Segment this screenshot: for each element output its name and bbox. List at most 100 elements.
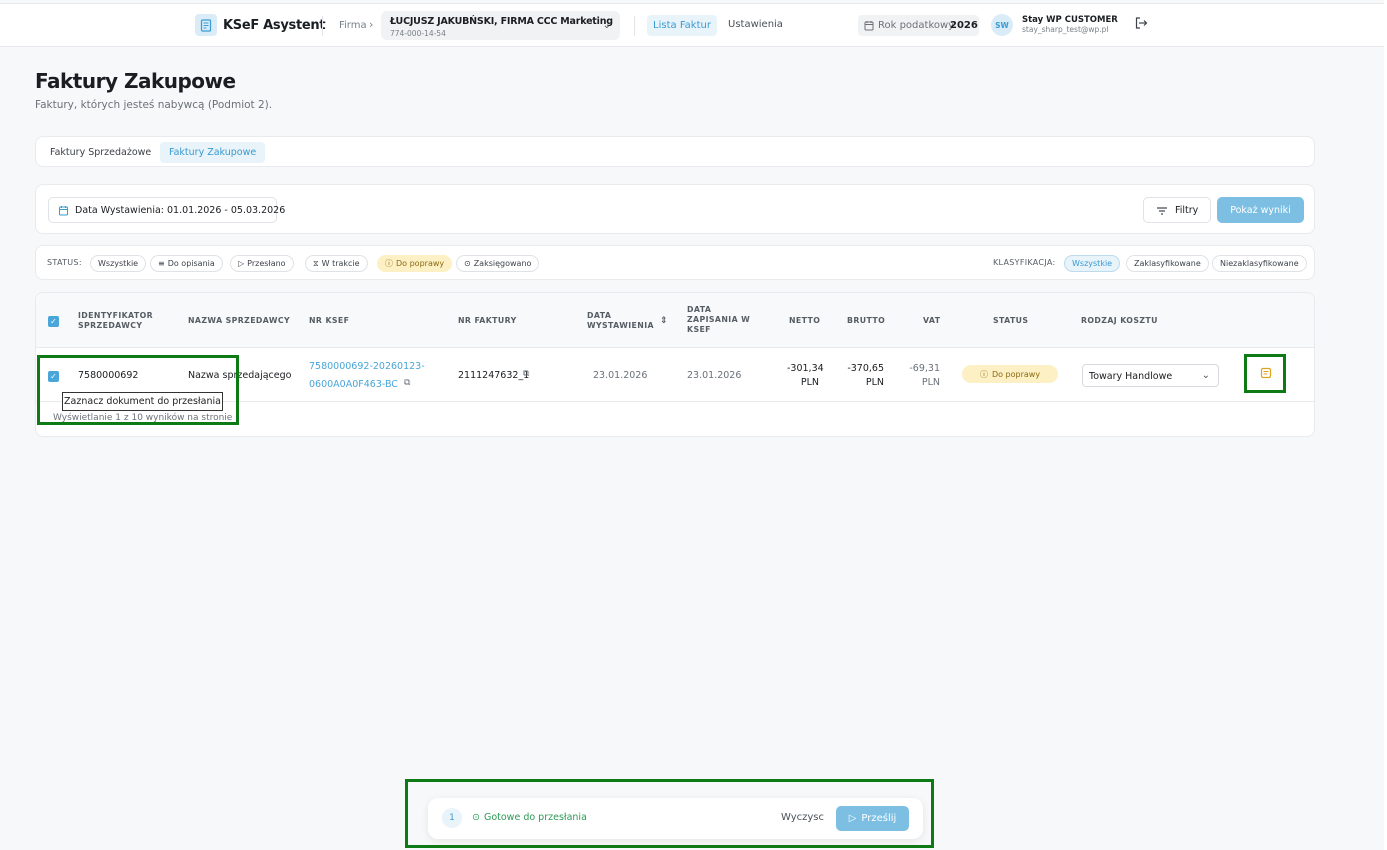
status-label: STATUS: — [47, 258, 82, 267]
col-save-date[interactable]: DATA ZAPISANIA W KSEF — [687, 305, 750, 335]
chip-label: Wszystkie — [1072, 259, 1113, 268]
company-selector[interactable]: ŁUCJUSZ JAKUBŃSKI, FIRMA CCC Marketing 7… — [381, 11, 620, 40]
row-checkbox[interactable]: ✓ — [48, 371, 59, 382]
col-gross[interactable]: BRUTTO — [847, 316, 885, 326]
avatar[interactable]: SW — [991, 14, 1013, 36]
send-label: Prześlij — [861, 813, 897, 824]
col-seller-name[interactable]: NAZWA SPRZEDAWCY — [188, 316, 290, 326]
ksef-number-link[interactable]: 7580000692-20260123- — [309, 361, 425, 372]
save-date: 23.01.2026 — [687, 370, 742, 381]
checkbox-tooltip: Zaznacz dokument do przesłania — [62, 392, 223, 411]
logo-icon — [195, 14, 217, 36]
chip-label: Zaksięgowano — [473, 259, 532, 268]
tax-year-selector[interactable]: Rok podatkowy 2026 — [858, 15, 979, 36]
user-name: Stay WP CUSTOMER — [1022, 15, 1118, 25]
status-filter-bar: STATUS: Wszystkie ≡ Do opisania ▷ Przesłan… — [35, 245, 1315, 280]
vat-value: -69,31 — [909, 363, 940, 374]
sort-icon[interactable]: ⇕ — [660, 316, 668, 326]
chip-label: Wszystkie — [98, 259, 139, 268]
status-chip-in-progress[interactable]: ⧖ W trakcie — [305, 255, 368, 272]
results-count: Wyświetlanie 1 z 10 wyników na stronie — [53, 413, 233, 423]
classification-label: KLASYFIKACJA: — [993, 258, 1056, 267]
tax-year-label: Rok podatkowy — [878, 20, 955, 31]
check-circle-icon: ⊙ — [472, 812, 480, 823]
status-chip-booked[interactable]: ⊙ Zaksięgowano — [456, 255, 540, 272]
calendar-icon — [864, 21, 874, 31]
filters-button[interactable]: Filtry — [1143, 197, 1211, 223]
edit-lines-icon: ≡ — [158, 259, 165, 268]
tab-sales-invoices[interactable]: Faktury Sprzedażowe — [41, 142, 160, 163]
seller-id: 7580000692 — [78, 370, 139, 381]
alert-circle-icon: ⓘ — [979, 369, 988, 379]
status-chip-to-describe[interactable]: ≡ Do opisania — [150, 255, 223, 272]
selected-count: 1 — [442, 808, 462, 828]
status-chip-to-fix[interactable]: ⓘ Do poprawy — [377, 255, 453, 272]
col-vat[interactable]: VAT — [923, 316, 940, 326]
status-chip-sent[interactable]: ▷ Przesłano — [230, 255, 294, 272]
date-range-text: Data Wystawienia: 01.01.2026 - 05.03.202… — [75, 205, 286, 216]
select-all-checkbox[interactable]: ✓ — [48, 316, 59, 327]
send-icon: ▷ — [238, 259, 245, 268]
note-icon[interactable] — [1260, 367, 1272, 379]
ready-status: ⊙ Gotowe do przesłania — [472, 812, 587, 823]
col-invoice-nr[interactable]: NR FAKTURY — [458, 316, 517, 326]
nav-invoice-list[interactable]: Lista Faktur — [647, 15, 717, 36]
user-email: stay_sharp_test@wp.pl — [1022, 25, 1109, 34]
status-chip-all[interactable]: Wszystkie — [90, 255, 147, 272]
divider — [322, 16, 323, 36]
chevron-down-icon: ⌄ — [602, 20, 611, 31]
chip-label: W trakcie — [321, 259, 360, 268]
status-badge: ⓘ Do poprawy — [962, 365, 1058, 383]
seller-name: Nazwa sprzedającego — [188, 370, 292, 381]
net-value: -301,34 — [787, 363, 824, 374]
alert-circle-icon: ⓘ — [385, 259, 393, 268]
class-chip-classified[interactable]: Zaklasyfikowane — [1126, 255, 1209, 272]
net-currency: PLN — [800, 377, 819, 388]
copy-icon[interactable]: ⧉ — [404, 378, 410, 388]
hourglass-icon: ⧖ — [313, 258, 319, 268]
logout-icon[interactable] — [1134, 16, 1148, 30]
filter-icon — [1157, 207, 1167, 215]
vat-currency: PLN — [921, 377, 940, 388]
col-ksef-nr[interactable]: NR KSEF — [309, 316, 349, 326]
clear-button[interactable]: Wyczysc — [781, 812, 824, 823]
table-header: ✓ IDENTYFIKATOR SPRZEDAWCY NAZWA SPRZEDAW… — [36, 293, 1314, 348]
col-net[interactable]: NETTO — [789, 316, 820, 326]
col-cost-type[interactable]: RODZAJ KOSZTU — [1081, 316, 1158, 326]
send-button[interactable]: ▷ Prześlij — [836, 806, 909, 831]
company-nip: 774-000-14-54 — [390, 29, 446, 38]
chip-label: Przesłano — [247, 259, 286, 268]
show-results-button[interactable]: Pokaż wyniki — [1217, 197, 1304, 223]
send-icon: ▷ — [848, 813, 857, 824]
col-seller-id[interactable]: IDENTYFIKATOR SPRZEDAWCY — [78, 311, 153, 331]
cost-type-select[interactable]: Towary Handlowe ⌄ — [1082, 364, 1219, 387]
chip-label: Do opisania — [167, 259, 215, 268]
status-text: Do poprawy — [991, 369, 1041, 379]
chip-label: Niezaklasyfikowane — [1220, 259, 1299, 268]
class-chip-all[interactable]: Wszystkie — [1064, 255, 1121, 272]
copy-icon[interactable]: ⧉ — [523, 369, 529, 379]
tab-purchase-invoices[interactable]: Faktury Zakupowe — [160, 142, 266, 163]
gross-value: -370,65 — [847, 363, 884, 374]
class-chip-unclassified[interactable]: Niezaklasyfikowane — [1212, 255, 1307, 272]
chevron-right-icon: › — [369, 18, 374, 31]
app-title[interactable]: KSeF Asystent — [223, 18, 326, 33]
chevron-down-icon: ⌄ — [1201, 370, 1210, 381]
top-bar: KSeF Asystent Firma › ŁUCJUSZ JAKUBŃSKI,… — [0, 3, 1387, 47]
invoice-number: 2111247632_1 — [458, 370, 530, 381]
chip-label: Do poprawy — [396, 259, 445, 268]
chip-label: Zaklasyfikowane — [1134, 259, 1201, 268]
nav-settings[interactable]: Ustawienia — [728, 19, 783, 30]
bulk-action-bar: 1 ⊙ Gotowe do przesłania Wyczysc ▷ Prześli… — [428, 798, 923, 839]
page-title: Faktury Zakupowe — [35, 69, 236, 93]
ksef-number-link-cont[interactable]: 0600A0A0F463-BC — [309, 379, 398, 390]
firma-label: Firma — [339, 20, 367, 31]
date-range-picker[interactable]: Data Wystawienia: 01.01.2026 - 05.03.202… — [48, 197, 285, 223]
cost-type-value: Towary Handlowe — [1089, 371, 1173, 382]
divider — [634, 16, 635, 36]
filters-label: Filtry — [1175, 205, 1199, 216]
col-status[interactable]: STATUS — [993, 316, 1028, 326]
gross-currency: PLN — [865, 377, 884, 388]
invoice-type-tabs: Faktury Sprzedażowe Faktury Zakupowe — [35, 136, 1315, 167]
col-issue-date[interactable]: DATA WYSTAWIENIA — [587, 311, 654, 331]
